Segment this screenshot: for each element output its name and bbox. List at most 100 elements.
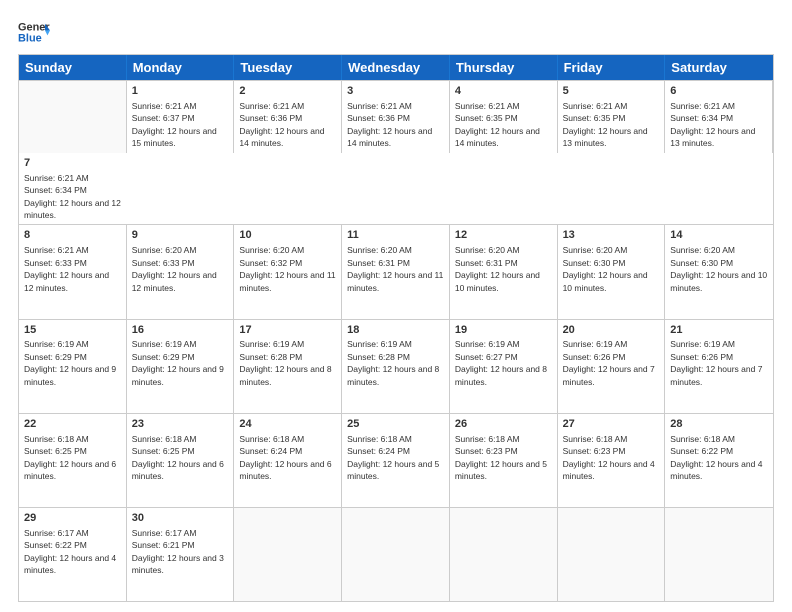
calendar-row-0: 1 Sunrise: 6:21 AM Sunset: 6:37 PM Daylig… bbox=[19, 80, 773, 224]
day-number: 19 bbox=[455, 323, 552, 338]
day-number: 29 bbox=[24, 511, 121, 526]
day-cell-13: 13 Sunrise: 6:20 AM Sunset: 6:30 PM Dayli… bbox=[558, 225, 666, 318]
day-number: 27 bbox=[563, 417, 660, 432]
day-number: 20 bbox=[563, 323, 660, 338]
day-cell-24: 24 Sunrise: 6:18 AM Sunset: 6:24 PM Dayli… bbox=[234, 414, 342, 507]
day-info: Sunrise: 6:20 AM Sunset: 6:31 PM Dayligh… bbox=[347, 245, 443, 292]
day-info: Sunrise: 6:18 AM Sunset: 6:25 PM Dayligh… bbox=[132, 434, 224, 481]
svg-text:Blue: Blue bbox=[18, 32, 42, 44]
day-cell-17: 17Sunrise: 6:19 AM Sunset: 6:28 PM Dayli… bbox=[234, 320, 342, 413]
day-cell-26: 26Sunrise: 6:18 AM Sunset: 6:23 PM Dayli… bbox=[450, 414, 558, 507]
day-number: 30 bbox=[132, 511, 229, 526]
day-info: Sunrise: 6:19 AM Sunset: 6:28 PM Dayligh… bbox=[239, 339, 331, 386]
day-number: 2 bbox=[239, 84, 336, 99]
day-number: 8 bbox=[24, 228, 121, 243]
day-info: Sunrise: 6:19 AM Sunset: 6:26 PM Dayligh… bbox=[563, 339, 655, 386]
calendar-grid: SundayMondayTuesdayWednesdayThursdayFrid… bbox=[18, 54, 774, 602]
calendar-row-2: 15Sunrise: 6:19 AM Sunset: 6:29 PM Dayli… bbox=[19, 319, 773, 413]
day-number: 14 bbox=[670, 228, 768, 243]
day-cell-1: 1 Sunrise: 6:21 AM Sunset: 6:37 PM Daylig… bbox=[127, 81, 235, 153]
calendar-row-1: 8 Sunrise: 6:21 AM Sunset: 6:33 PM Daylig… bbox=[19, 224, 773, 318]
page-header: General Blue bbox=[18, 18, 774, 46]
day-info: Sunrise: 6:19 AM Sunset: 6:26 PM Dayligh… bbox=[670, 339, 762, 386]
day-cell-14: 14 Sunrise: 6:20 AM Sunset: 6:30 PM Dayli… bbox=[665, 225, 773, 318]
day-number: 4 bbox=[455, 84, 552, 99]
day-cell-10: 10Sunrise: 6:20 AM Sunset: 6:32 PM Dayli… bbox=[234, 225, 342, 318]
day-info: Sunrise: 6:18 AM Sunset: 6:22 PM Dayligh… bbox=[670, 434, 762, 481]
header-day-wednesday: Wednesday bbox=[342, 55, 450, 80]
calendar-body: 1 Sunrise: 6:21 AM Sunset: 6:37 PM Daylig… bbox=[19, 80, 773, 601]
day-cell-9: 9Sunrise: 6:20 AM Sunset: 6:33 PM Daylig… bbox=[127, 225, 235, 318]
day-number: 11 bbox=[347, 228, 444, 243]
day-info: Sunrise: 6:20 AM Sunset: 6:31 PM Dayligh… bbox=[455, 245, 540, 292]
day-number: 7 bbox=[24, 156, 122, 171]
day-number: 25 bbox=[347, 417, 444, 432]
day-number: 18 bbox=[347, 323, 444, 338]
day-number: 17 bbox=[239, 323, 336, 338]
day-info: Sunrise: 6:21 AM Sunset: 6:36 PM Dayligh… bbox=[239, 101, 324, 148]
header-day-monday: Monday bbox=[127, 55, 235, 80]
day-cell-2: 2 Sunrise: 6:21 AM Sunset: 6:36 PM Daylig… bbox=[234, 81, 342, 153]
day-info: Sunrise: 6:19 AM Sunset: 6:28 PM Dayligh… bbox=[347, 339, 439, 386]
day-cell-15: 15Sunrise: 6:19 AM Sunset: 6:29 PM Dayli… bbox=[19, 320, 127, 413]
header-day-saturday: Saturday bbox=[665, 55, 773, 80]
empty-cell-4-4 bbox=[450, 508, 558, 601]
day-info: Sunrise: 6:19 AM Sunset: 6:29 PM Dayligh… bbox=[24, 339, 116, 386]
day-number: 28 bbox=[670, 417, 768, 432]
logo-icon: General Blue bbox=[18, 18, 50, 46]
day-info: Sunrise: 6:21 AM Sunset: 6:34 PM Dayligh… bbox=[24, 173, 121, 220]
day-number: 13 bbox=[563, 228, 660, 243]
day-info: Sunrise: 6:18 AM Sunset: 6:23 PM Dayligh… bbox=[563, 434, 655, 481]
day-info: Sunrise: 6:17 AM Sunset: 6:22 PM Dayligh… bbox=[24, 528, 116, 575]
day-info: Sunrise: 6:21 AM Sunset: 6:34 PM Dayligh… bbox=[670, 101, 755, 148]
logo: General Blue bbox=[18, 18, 50, 46]
day-info: Sunrise: 6:18 AM Sunset: 6:24 PM Dayligh… bbox=[239, 434, 331, 481]
day-number: 23 bbox=[132, 417, 229, 432]
calendar-header: SundayMondayTuesdayWednesdayThursdayFrid… bbox=[19, 55, 773, 80]
day-cell-4: 4 Sunrise: 6:21 AM Sunset: 6:35 PM Daylig… bbox=[450, 81, 558, 153]
empty-cell-0-0 bbox=[19, 81, 127, 153]
day-info: Sunrise: 6:21 AM Sunset: 6:35 PM Dayligh… bbox=[563, 101, 648, 148]
day-number: 24 bbox=[239, 417, 336, 432]
day-cell-18: 18Sunrise: 6:19 AM Sunset: 6:28 PM Dayli… bbox=[342, 320, 450, 413]
day-cell-20: 20Sunrise: 6:19 AM Sunset: 6:26 PM Dayli… bbox=[558, 320, 666, 413]
day-info: Sunrise: 6:21 AM Sunset: 6:33 PM Dayligh… bbox=[24, 245, 109, 292]
day-cell-29: 29 Sunrise: 6:17 AM Sunset: 6:22 PM Dayli… bbox=[19, 508, 127, 601]
header-day-friday: Friday bbox=[558, 55, 666, 80]
day-number: 26 bbox=[455, 417, 552, 432]
day-number: 9 bbox=[132, 228, 229, 243]
empty-cell-4-2 bbox=[234, 508, 342, 601]
day-info: Sunrise: 6:20 AM Sunset: 6:30 PM Dayligh… bbox=[670, 245, 767, 292]
day-cell-19: 19Sunrise: 6:19 AM Sunset: 6:27 PM Dayli… bbox=[450, 320, 558, 413]
day-cell-5: 5 Sunrise: 6:21 AM Sunset: 6:35 PM Daylig… bbox=[558, 81, 666, 153]
day-info: Sunrise: 6:18 AM Sunset: 6:24 PM Dayligh… bbox=[347, 434, 439, 481]
day-cell-30: 30 Sunrise: 6:17 AM Sunset: 6:21 PM Dayli… bbox=[127, 508, 235, 601]
day-cell-25: 25 Sunrise: 6:18 AM Sunset: 6:24 PM Dayli… bbox=[342, 414, 450, 507]
calendar-row-3: 22 Sunrise: 6:18 AM Sunset: 6:25 PM Dayli… bbox=[19, 413, 773, 507]
day-cell-28: 28 Sunrise: 6:18 AM Sunset: 6:22 PM Dayli… bbox=[665, 414, 773, 507]
empty-cell-4-5 bbox=[558, 508, 666, 601]
calendar-row-4: 29 Sunrise: 6:17 AM Sunset: 6:22 PM Dayli… bbox=[19, 507, 773, 601]
day-info: Sunrise: 6:18 AM Sunset: 6:25 PM Dayligh… bbox=[24, 434, 116, 481]
day-info: Sunrise: 6:20 AM Sunset: 6:32 PM Dayligh… bbox=[239, 245, 335, 292]
empty-cell-4-6 bbox=[665, 508, 773, 601]
day-number: 5 bbox=[563, 84, 660, 99]
day-number: 22 bbox=[24, 417, 121, 432]
day-cell-7: 7 Sunrise: 6:21 AM Sunset: 6:34 PM Daylig… bbox=[19, 153, 127, 225]
day-number: 21 bbox=[670, 323, 768, 338]
header-day-thursday: Thursday bbox=[450, 55, 558, 80]
day-info: Sunrise: 6:21 AM Sunset: 6:36 PM Dayligh… bbox=[347, 101, 432, 148]
header-day-sunday: Sunday bbox=[19, 55, 127, 80]
day-cell-21: 21Sunrise: 6:19 AM Sunset: 6:26 PM Dayli… bbox=[665, 320, 773, 413]
day-info: Sunrise: 6:21 AM Sunset: 6:37 PM Dayligh… bbox=[132, 101, 217, 148]
day-info: Sunrise: 6:17 AM Sunset: 6:21 PM Dayligh… bbox=[132, 528, 224, 575]
day-number: 16 bbox=[132, 323, 229, 338]
day-info: Sunrise: 6:21 AM Sunset: 6:35 PM Dayligh… bbox=[455, 101, 540, 148]
day-number: 6 bbox=[670, 84, 767, 99]
day-info: Sunrise: 6:20 AM Sunset: 6:30 PM Dayligh… bbox=[563, 245, 648, 292]
day-number: 12 bbox=[455, 228, 552, 243]
day-cell-12: 12 Sunrise: 6:20 AM Sunset: 6:31 PM Dayli… bbox=[450, 225, 558, 318]
day-cell-8: 8 Sunrise: 6:21 AM Sunset: 6:33 PM Daylig… bbox=[19, 225, 127, 318]
day-number: 1 bbox=[132, 84, 229, 99]
day-cell-16: 16Sunrise: 6:19 AM Sunset: 6:29 PM Dayli… bbox=[127, 320, 235, 413]
